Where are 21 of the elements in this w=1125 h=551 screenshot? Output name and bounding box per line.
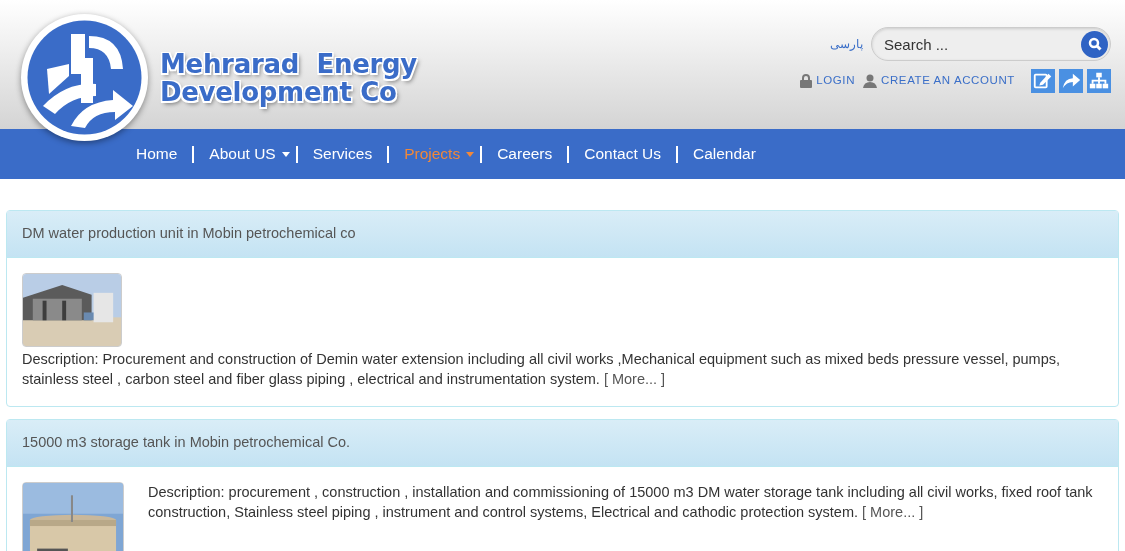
company-name: Mehrarad Energy Development Co xyxy=(160,50,417,106)
nav-link[interactable]: Calendar xyxy=(677,142,771,166)
nav-link[interactable]: Services xyxy=(297,142,388,166)
login-link[interactable]: LOGIN xyxy=(816,72,856,90)
nav-link[interactable]: About US xyxy=(194,142,296,166)
sitemap-icon[interactable] xyxy=(1087,69,1111,93)
create-account-link[interactable]: CREATE AN ACCOUNT xyxy=(881,72,1015,90)
edit-icon[interactable] xyxy=(1031,69,1055,93)
project-description: Description: Procurement and construction of Demin water extension including all civil works ,Mechanical equipment such as mixed beds pressure vessel, pumps, stainless steel , carbon steel and fiber glass piping , electrical and instrumentation system. [ More... ] xyxy=(22,349,1062,389)
project-title: 15000 m3 storage tank in Mobin petrochemical Co. xyxy=(7,419,1118,467)
language-link[interactable]: پارسی xyxy=(830,35,863,53)
more-link[interactable]: [ More... ] xyxy=(603,370,666,387)
nav-link[interactable]: Contact Us xyxy=(569,142,676,166)
more-link[interactable]: [ More... ] xyxy=(862,503,924,520)
nav-link[interactable]: Home xyxy=(121,142,193,166)
search-field[interactable]: Search ... xyxy=(871,27,1111,61)
project-title: DM water production unit in Mobin petrochemical co xyxy=(7,211,1118,258)
user-icon xyxy=(863,74,878,88)
nav-link[interactable]: Careers xyxy=(482,142,568,166)
project-description: Description: procurement , construction , installation and commissioning of 15000 m3 DM water storage tank including all civil works, fixed roof tank construction, Stainless steel piping , instrument and control systems, Electrical and cathodic protection system. [ More... ] xyxy=(148,482,1094,522)
lock-icon xyxy=(800,74,813,88)
